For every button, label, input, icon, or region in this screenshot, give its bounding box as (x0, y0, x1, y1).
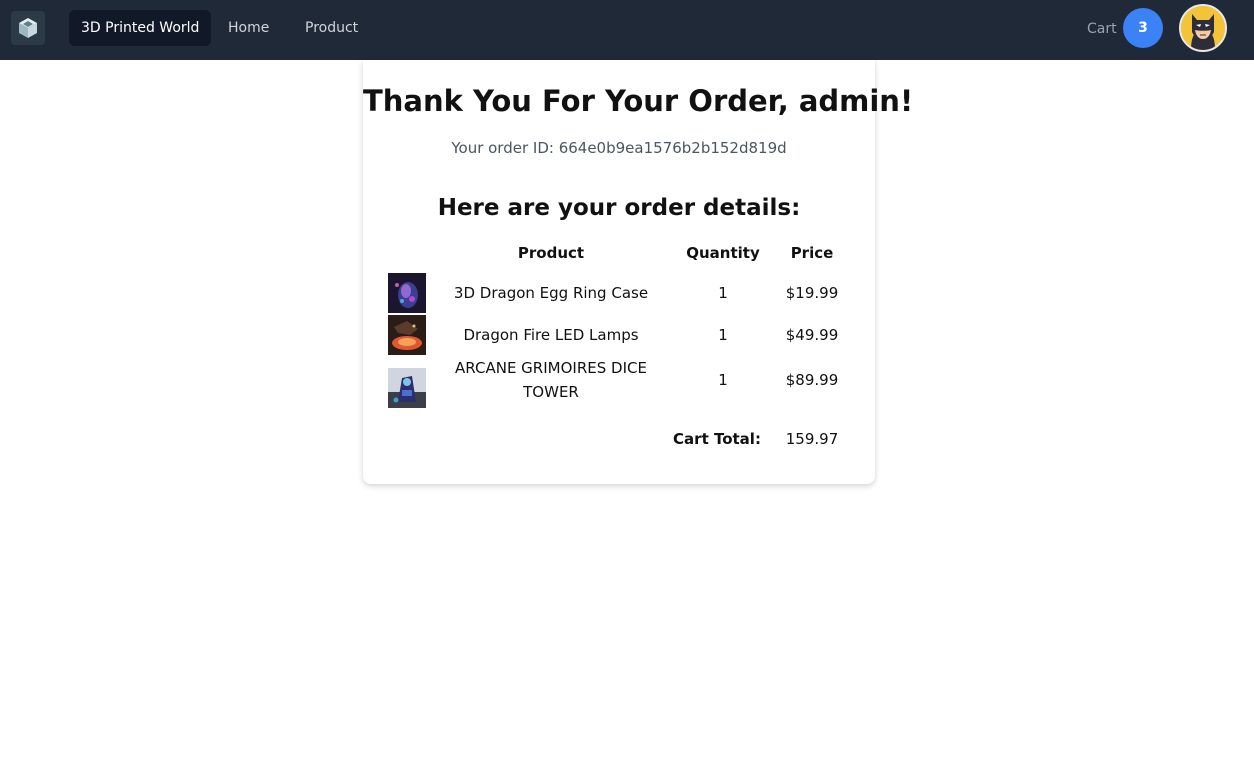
order-confirmation-card: Thank You For Your Order, admin! Your or… (363, 60, 914, 484)
order-id-text: Your order ID: 664e0b9ea1576b2b152d819d (451, 139, 787, 157)
item-name: ARCANE GRIMOIRES DICE TOWER (455, 359, 647, 401)
top-navbar: 3D Printed World Home Product Cart 3 (0, 0, 1254, 60)
page-title: Thank You For Your Order, admin! (363, 84, 914, 118)
item-quantity: 1 (718, 326, 728, 344)
cart-total-value: 159.97 (785, 430, 839, 448)
nav-product-link[interactable]: Product (305, 10, 358, 46)
item-quantity: 1 (718, 371, 728, 389)
item-price: $49.99 (785, 326, 839, 344)
order-details-heading: Here are your order details: (437, 195, 801, 221)
dice-tower-thumbnail (388, 368, 426, 408)
item-name: Dragon Fire LED Lamps (463, 326, 639, 344)
item-quantity: 1 (718, 284, 728, 302)
batman-avatar-icon[interactable] (1179, 4, 1227, 52)
item-price: $19.99 (785, 284, 839, 302)
column-header-quantity: Quantity (686, 244, 760, 262)
cart-count-badge[interactable]: 3 (1123, 8, 1163, 48)
cart-label[interactable]: Cart (1087, 10, 1117, 46)
dragon-egg-thumbnail (388, 273, 426, 313)
brand-link[interactable]: 3D Printed World (69, 10, 212, 46)
column-header-price: Price (790, 244, 834, 262)
dragon-lamp-thumbnail (388, 315, 426, 355)
nav-home-link[interactable]: Home (228, 10, 269, 46)
cart-total-label: Cart Total: (673, 430, 761, 448)
cube-logo-icon[interactable] (11, 11, 45, 45)
column-header-product: Product (517, 244, 585, 262)
item-name: 3D Dragon Egg Ring Case (453, 284, 649, 302)
item-price: $89.99 (785, 371, 839, 389)
